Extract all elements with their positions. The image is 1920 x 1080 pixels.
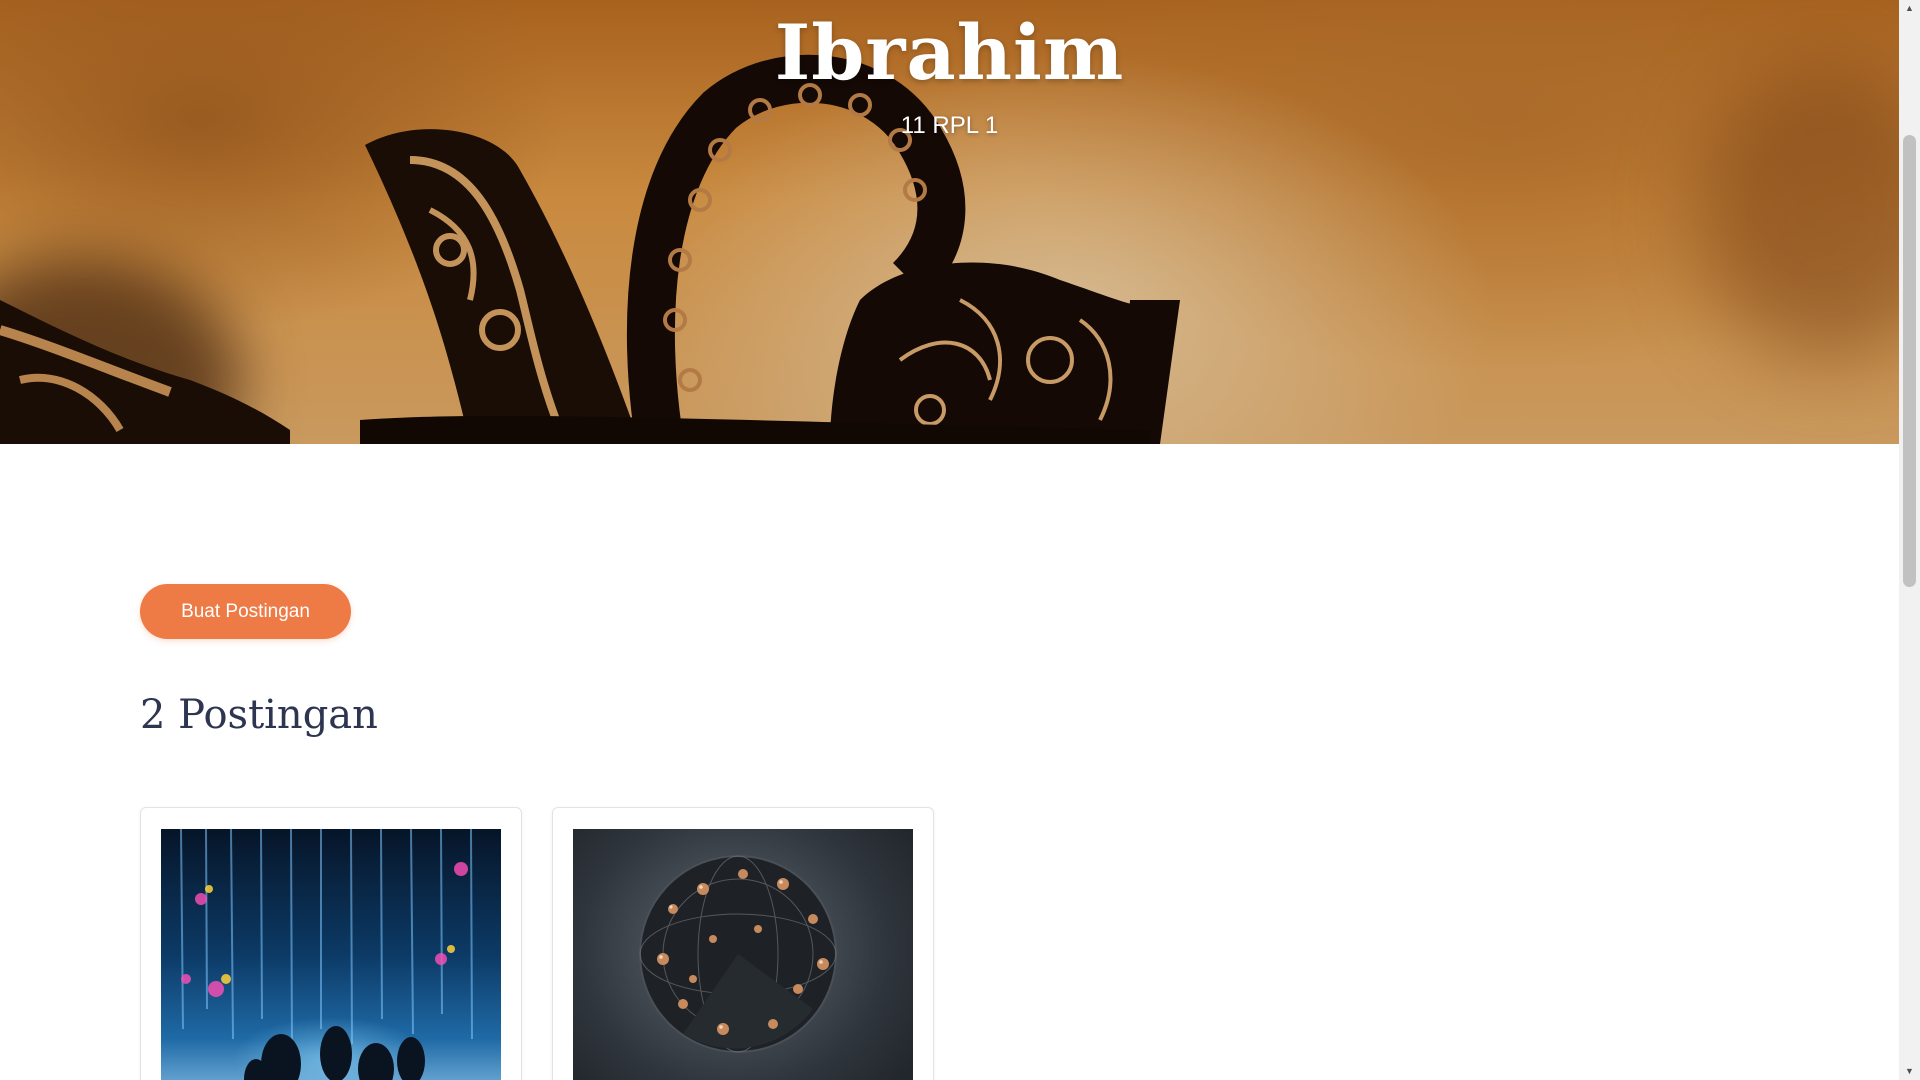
light-forest-illustration	[180, 829, 473, 1080]
post-card[interactable]	[140, 807, 522, 1080]
posts-count-heading: 2 Postingan	[140, 692, 378, 738]
profile-name: Ibrahim	[774, 8, 1125, 97]
profile-page: Ibrahim 11 RPL 1 Buat Postingan 2 Postin…	[0, 0, 1899, 1080]
scroll-up-arrow-icon[interactable]: ▲	[1899, 0, 1920, 17]
metal-sphere-illustration	[639, 855, 837, 1053]
vertical-scrollbar[interactable]: ▲ ▼	[1899, 0, 1920, 1080]
post-image[interactable]	[161, 829, 501, 1080]
profile-class: 11 RPL 1	[900, 112, 999, 139]
post-card[interactable]	[552, 807, 934, 1080]
profile-banner: Ibrahim 11 RPL 1	[0, 0, 1899, 444]
scroll-down-arrow-icon[interactable]: ▼	[1899, 1063, 1920, 1080]
post-image[interactable]	[573, 829, 913, 1080]
create-post-button[interactable]: Buat Postingan	[140, 584, 351, 639]
scrollbar-thumb[interactable]	[1903, 135, 1916, 587]
